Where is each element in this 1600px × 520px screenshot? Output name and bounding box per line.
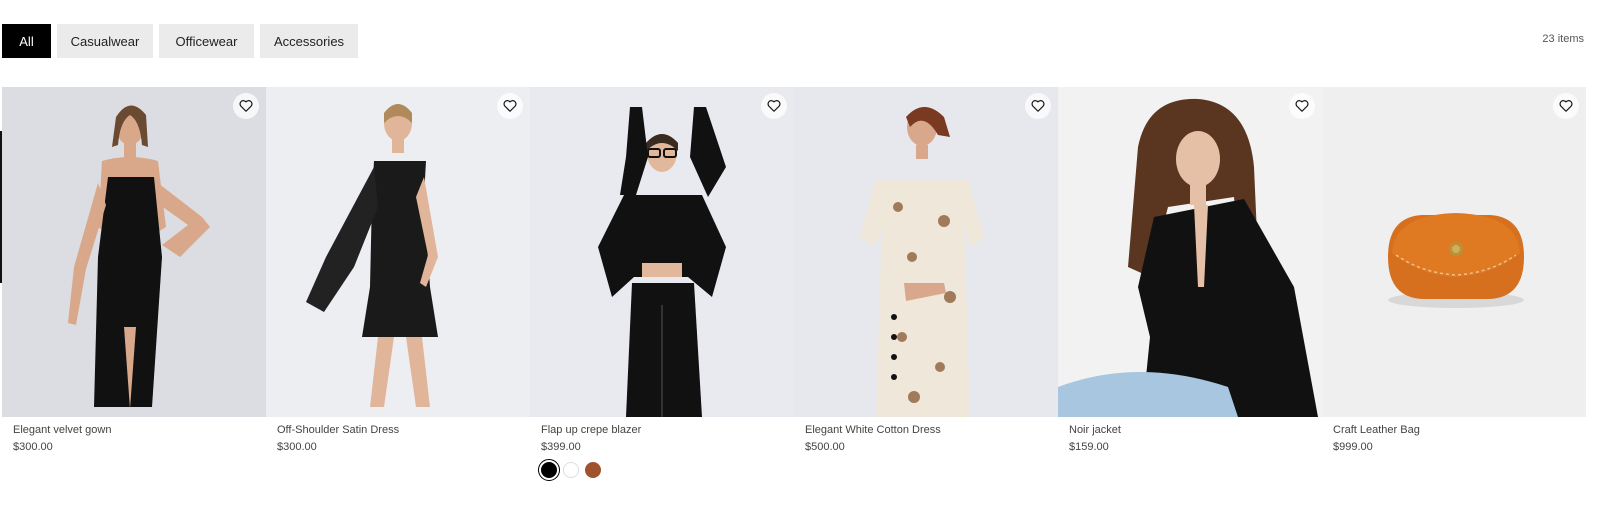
category-filter-bar: All Casualwear Officewear Accessories bbox=[2, 24, 358, 58]
woman-floral-white-dress-image bbox=[860, 107, 984, 417]
product-price: $159.00 bbox=[1069, 441, 1109, 453]
product-price: $500.00 bbox=[805, 441, 845, 453]
woman-black-blazer-glasses-image bbox=[598, 107, 726, 417]
filter-officewear[interactable]: Officewear bbox=[159, 24, 254, 58]
product-image[interactable] bbox=[1058, 87, 1322, 417]
heart-outline-icon bbox=[239, 100, 253, 112]
wishlist-button[interactable] bbox=[497, 93, 523, 119]
product-price: $300.00 bbox=[13, 441, 53, 453]
product-title[interactable]: Flap up crepe blazer bbox=[541, 424, 794, 436]
product-price: $399.00 bbox=[541, 441, 581, 453]
product-price: $999.00 bbox=[1333, 441, 1373, 453]
product-price: $300.00 bbox=[277, 441, 317, 453]
wishlist-button[interactable] bbox=[1025, 93, 1051, 119]
product-title[interactable]: Elegant White Cotton Dress bbox=[805, 424, 1058, 436]
woman-black-slip-dress-image bbox=[68, 105, 210, 409]
orange-leather-pouch-image bbox=[1388, 213, 1524, 308]
product-title[interactable]: Elegant velvet gown bbox=[13, 424, 266, 436]
filter-casualwear[interactable]: Casualwear bbox=[57, 24, 153, 58]
swatch-brown[interactable] bbox=[585, 462, 601, 478]
filter-all[interactable]: All bbox=[2, 24, 51, 58]
woman-black-off-shoulder-dress-image bbox=[306, 104, 438, 407]
product-card[interactable]: Noir jacket $159.00 bbox=[1058, 87, 1322, 478]
heart-outline-icon bbox=[767, 100, 781, 112]
product-card[interactable]: Elegant White Cotton Dress $500.00 bbox=[794, 87, 1058, 478]
wishlist-button[interactable] bbox=[1289, 93, 1315, 119]
heart-outline-icon bbox=[1031, 100, 1045, 112]
heart-outline-icon bbox=[1295, 100, 1309, 112]
wishlist-button[interactable] bbox=[1553, 93, 1579, 119]
product-card[interactable]: Craft Leather Bag $999.00 bbox=[1322, 87, 1586, 478]
filter-accessories[interactable]: Accessories bbox=[260, 24, 358, 58]
product-card[interactable]: Elegant velvet gown $300.00 bbox=[2, 87, 266, 478]
product-image[interactable] bbox=[266, 87, 530, 417]
product-card[interactable]: Off-Shoulder Satin Dress $300.00 bbox=[266, 87, 530, 478]
wishlist-button[interactable] bbox=[233, 93, 259, 119]
item-count: 23 items bbox=[1542, 33, 1584, 45]
product-image[interactable] bbox=[794, 87, 1058, 417]
product-title[interactable]: Off-Shoulder Satin Dress bbox=[277, 424, 530, 436]
swatch-black[interactable] bbox=[538, 459, 560, 481]
woman-black-jacket-jeans-image bbox=[1058, 98, 1318, 417]
swatch-white[interactable] bbox=[563, 462, 579, 478]
heart-outline-icon bbox=[503, 100, 517, 112]
product-image[interactable] bbox=[530, 87, 794, 417]
product-card[interactable]: Flap up crepe blazer $399.00 bbox=[530, 87, 794, 481]
product-title[interactable]: Craft Leather Bag bbox=[1333, 424, 1586, 436]
wishlist-button[interactable] bbox=[761, 93, 787, 119]
product-grid: Elegant velvet gown $300.00 Off-Shoulder… bbox=[2, 87, 1586, 481]
color-swatches bbox=[538, 459, 794, 481]
heart-outline-icon bbox=[1559, 100, 1573, 112]
product-image[interactable] bbox=[1322, 87, 1586, 417]
product-image[interactable] bbox=[2, 87, 266, 417]
product-title[interactable]: Noir jacket bbox=[1069, 424, 1322, 436]
